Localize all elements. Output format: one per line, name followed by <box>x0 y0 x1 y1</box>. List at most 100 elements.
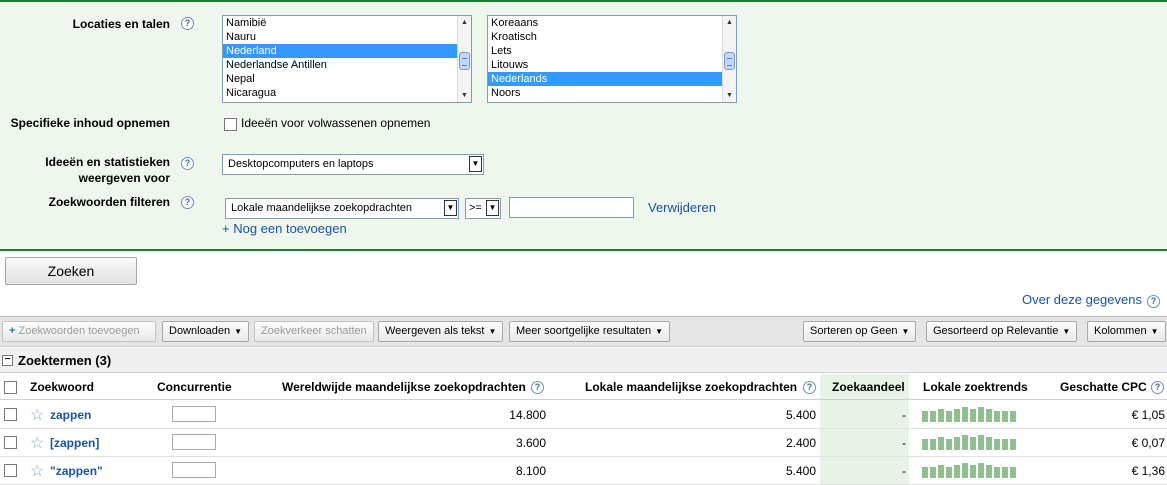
header-global-monthly[interactable]: Wereldwijde maandelijkse zoekopdrachten <box>282 380 526 394</box>
view-as-text-button[interactable]: Weergeven als tekst ▼ <box>378 321 504 342</box>
competition-bar <box>172 434 216 450</box>
country-option[interactable]: Nauru <box>223 30 471 44</box>
keyword-link[interactable]: zappen <box>50 408 91 422</box>
language-listbox[interactable]: Koreaans Kroatisch Lets Litouws Nederlan… <box>487 15 737 103</box>
filter-field-select[interactable]: Lokale maandelijkse zoekopdrachten ▼ <box>225 198 459 219</box>
header-local-trends[interactable]: Lokale zoektrends <box>923 380 1028 394</box>
language-option[interactable]: Litouws <box>488 58 736 72</box>
star-icon[interactable]: ☆ <box>30 461 44 481</box>
trend-bar <box>986 409 992 422</box>
adult-ideas-checkbox[interactable] <box>224 118 237 131</box>
view-as-text-label: Weergeven als tekst <box>385 325 485 337</box>
trend-bar <box>1010 467 1016 478</box>
header-local-monthly[interactable]: Lokale maandelijkse zoekopdrachten <box>585 380 797 394</box>
sort-by-label: Sorteren op Geen <box>810 325 898 337</box>
trend-bar <box>946 439 952 450</box>
scroll-up-icon[interactable]: ▲ <box>458 16 471 29</box>
scroll-thumb[interactable] <box>459 52 470 70</box>
more-like-these-button[interactable]: Meer soortgelijke resultaten ▼ <box>509 321 671 342</box>
add-keywords-button[interactable]: + Zoekwoorden toevoegen <box>2 321 156 342</box>
global-monthly-value: 8.100 <box>515 464 546 478</box>
language-option[interactable]: Koreaans <box>488 16 736 30</box>
columns-button[interactable]: Kolommen ▼ <box>1087 321 1166 342</box>
sorted-by-button[interactable]: Gesorteerd op Relevantie ▼ <box>926 321 1078 342</box>
remove-filter-link[interactable]: Verwijderen <box>648 200 716 215</box>
filter-value-input[interactable] <box>509 197 634 218</box>
scroll-down-icon[interactable]: ▼ <box>723 89 736 102</box>
chevron-down-icon: ▼ <box>488 327 497 336</box>
local-monthly-value: 5.400 <box>785 408 816 422</box>
help-icon[interactable]: ? <box>1151 381 1164 394</box>
country-option[interactable]: Nederlandse Antillen <box>223 58 471 72</box>
adult-ideas-label: Ideeën voor volwassenen opnemen <box>241 116 431 130</box>
keyword-link[interactable]: "zappen" <box>50 464 103 478</box>
chevron-down-icon[interactable]: ▼ <box>486 200 499 216</box>
global-monthly-value: 3.600 <box>515 436 546 450</box>
row-checkbox[interactable] <box>4 464 17 477</box>
help-icon[interactable]: ? <box>181 157 194 170</box>
language-option[interactable]: Kroatisch <box>488 30 736 44</box>
language-option[interactable]: Noors <box>488 86 736 100</box>
header-approx-cpc[interactable]: Geschatte CPC <box>1060 380 1147 394</box>
device-select[interactable]: Desktopcomputers en laptops ▼ <box>222 154 484 175</box>
scroll-thumb[interactable] <box>724 52 735 70</box>
trend-bar <box>962 435 968 450</box>
help-icon[interactable]: ? <box>803 381 816 394</box>
trend-bar <box>970 437 976 450</box>
results-toolbar: + Zoekwoorden toevoegen Downloaden ▼ Zoek… <box>0 316 1167 347</box>
language-scrollbar[interactable]: ▲ ▼ <box>722 16 736 102</box>
sorted-by-label: Gesorteerd op Relevantie <box>933 325 1059 337</box>
chevron-down-icon: ▼ <box>234 327 243 336</box>
header-keyword[interactable]: Zoekwoord <box>30 380 94 394</box>
row-checkbox[interactable] <box>4 408 17 421</box>
chevron-down-icon: ▼ <box>901 327 910 336</box>
filter-operator-select[interactable]: >= ▼ <box>465 198 501 219</box>
trend-bar <box>954 437 960 450</box>
about-data-label: Over deze gegevens <box>1022 292 1142 307</box>
approx-cpc-value: € 0,07 <box>1131 436 1165 450</box>
estimate-traffic-button[interactable]: Zoekverkeer schatten <box>254 321 374 342</box>
header-competition[interactable]: Concurrentie <box>157 380 232 394</box>
keyword-link[interactable]: [zappen] <box>50 436 99 450</box>
sort-by-button[interactable]: Sorteren op Geen ▼ <box>803 321 917 342</box>
country-option[interactable]: Nicaragua <box>223 86 471 100</box>
help-icon[interactable]: ? <box>1147 295 1160 308</box>
trend-bar <box>986 465 992 478</box>
select-all-checkbox[interactable] <box>4 381 17 394</box>
about-data-link[interactable]: Over deze gegevens <box>1022 292 1142 307</box>
chevron-down-icon[interactable]: ▼ <box>444 200 457 216</box>
trend-bar <box>970 465 976 478</box>
collapse-icon[interactable]: − <box>2 355 13 366</box>
trend-bar <box>994 439 1000 450</box>
chevron-down-icon[interactable]: ▼ <box>469 156 482 172</box>
filter-label: Zoekwoorden filteren <box>48 195 170 209</box>
star-icon[interactable]: ☆ <box>30 405 44 425</box>
search-button[interactable]: Zoeken <box>5 257 137 285</box>
language-option-selected[interactable]: Nederlands <box>488 72 736 86</box>
plus-icon: + <box>9 325 16 337</box>
help-icon[interactable]: ? <box>181 196 194 209</box>
help-icon[interactable]: ? <box>181 17 194 30</box>
search-terms-group: − Zoektermen (3) <box>0 348 1167 373</box>
trend-bar <box>938 409 944 422</box>
scroll-up-icon[interactable]: ▲ <box>723 16 736 29</box>
row-checkbox[interactable] <box>4 436 17 449</box>
trend-bar <box>938 437 944 450</box>
country-listbox[interactable]: Namibië Nauru Nederland Nederlandse Anti… <box>222 15 472 103</box>
columns-label: Kolommen <box>1094 325 1147 337</box>
language-option[interactable]: Lets <box>488 44 736 58</box>
download-button[interactable]: Downloaden ▼ <box>162 321 250 342</box>
help-icon[interactable]: ? <box>531 381 544 394</box>
add-filter-link[interactable]: + Nog een toevoegen <box>222 221 347 236</box>
add-keywords-label: Zoekwoorden toevoegen <box>18 325 140 337</box>
trend-bar <box>922 439 928 450</box>
trend-bar <box>978 463 984 478</box>
chevron-down-icon: ▼ <box>655 327 664 336</box>
country-scrollbar[interactable]: ▲ ▼ <box>457 16 471 102</box>
country-option[interactable]: Namibië <box>223 16 471 30</box>
country-option-selected[interactable]: Nederland <box>223 44 471 58</box>
header-ad-share[interactable]: Zoekaandeel <box>832 380 905 394</box>
scroll-down-icon[interactable]: ▼ <box>458 89 471 102</box>
star-icon[interactable]: ☆ <box>30 433 44 453</box>
country-option[interactable]: Nepal <box>223 72 471 86</box>
